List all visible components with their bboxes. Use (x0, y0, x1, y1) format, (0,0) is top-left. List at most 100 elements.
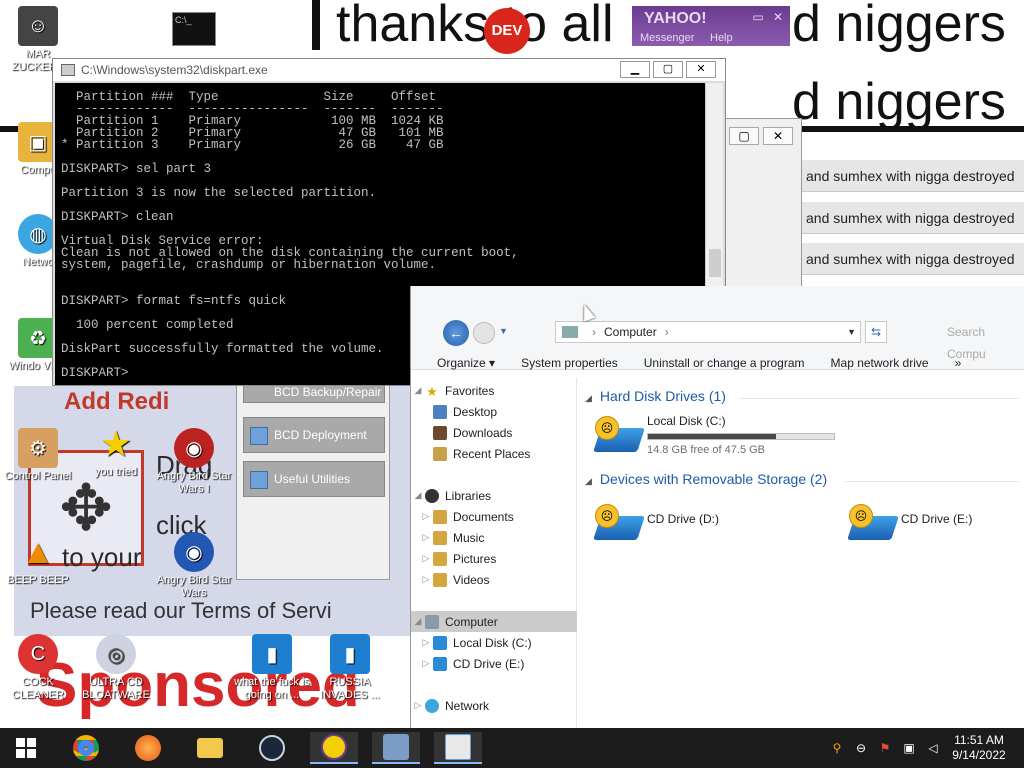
desktop-icon-cock-cleaner[interactable]: C COCK CLEANER (0, 634, 76, 702)
maximize-icon[interactable]: ▢ (653, 61, 683, 78)
close-icon[interactable]: ✕ (763, 127, 793, 145)
organize-button[interactable]: Organize ▾ (437, 356, 495, 370)
taskbar-firefox[interactable] (124, 732, 172, 764)
desktop-icon-beep-beep[interactable]: ▲ BEEP BEEP (0, 532, 76, 587)
nav-desktop[interactable]: Desktop (411, 401, 577, 422)
flag-icon[interactable]: ⚑ (874, 728, 896, 768)
command-bar: Organize ▾ System properties Uninstall o… (411, 350, 1024, 376)
network-icon (425, 698, 439, 713)
drive-local-disk-c[interactable]: ☹ Local Disk (C:) 14.8 GB free of 47.5 G… (593, 414, 835, 458)
drive-name: CD Drive (E:) (901, 512, 973, 526)
back-arrow-icon[interactable]: ← (443, 320, 469, 346)
control-panel-icon: ⚙ (18, 428, 58, 468)
system-properties-button[interactable]: System properties (521, 356, 618, 370)
refresh-icon[interactable]: ⇆ (865, 321, 887, 343)
desktop-icon-russia[interactable]: ▮ RUSSIA INVADES ... (312, 634, 388, 702)
nav-libraries[interactable]: ◢ Libraries (411, 485, 577, 506)
taskbar-clock[interactable]: 11:51 AM 9/14/2022 (944, 733, 1014, 763)
drive-cd-d[interactable]: ☹ CD Drive (D:) (593, 502, 719, 546)
windows-logo-icon (16, 738, 36, 758)
desktop-icon-what-the[interactable]: ▮ what the fuck is going on ... (234, 634, 310, 702)
taskbar-computer-setup[interactable] (372, 732, 420, 764)
background-window[interactable]: ▢ ✕ (722, 118, 802, 288)
ad-please-text: Please read our Terms of Servi (30, 598, 332, 623)
chevron-right-icon[interactable]: › (592, 325, 596, 339)
console-line: * Partition 3 Primary 26 GB 47 GB (61, 138, 444, 152)
yahoo-menu-messenger[interactable]: Messenger (640, 32, 694, 44)
documents-icon (433, 509, 447, 524)
minus-circle-icon[interactable]: ⊖ (850, 728, 872, 768)
group-hard-disk-drives[interactable]: ◢ Hard Disk Drives (1) (585, 388, 726, 404)
uninstall-program-button[interactable]: Uninstall or change a program (644, 356, 805, 370)
search-input[interactable]: Search Compu (941, 321, 1024, 361)
taskbar-chrome[interactable] (62, 732, 110, 764)
nav-favorites[interactable]: ◢ ★ Favorites (411, 380, 577, 401)
expand-icon[interactable]: ▷ (419, 658, 433, 669)
desktop-icon-control-panel[interactable]: ⚙ Control Panel (0, 428, 76, 483)
collapse-icon[interactable]: ◢ (411, 616, 425, 627)
yahoo-menu-help[interactable]: Help (710, 32, 733, 44)
drive-icon: ☹ (593, 414, 645, 458)
history-dropdown-icon[interactable]: ▼ (499, 326, 508, 336)
expand-icon[interactable]: ▷ (419, 637, 433, 648)
map-network-drive-button[interactable]: Map network drive (831, 356, 929, 370)
drive-icon (433, 635, 447, 650)
chevron-right-icon[interactable]: › (665, 325, 669, 339)
drive-cd-e[interactable]: ☹ CD Drive (E:) (847, 502, 972, 546)
address-bar[interactable]: › Computer › ▼ (555, 321, 861, 343)
content-pane: ◢ Hard Disk Drives (1) ☹ Local Disk (C:) … (579, 378, 1024, 728)
desktop-icon-you-tried[interactable]: ★ you tried (78, 423, 154, 479)
nav-recent-places[interactable]: Recent Places (411, 443, 577, 464)
expand-icon[interactable]: ▷ (411, 700, 425, 711)
file-explorer-icon (197, 738, 223, 758)
collapse-icon[interactable]: ◢ (411, 385, 425, 396)
desktop-icon-ultra-cd[interactable]: ◎ ULTRA CD BLOATWARE (78, 634, 154, 702)
nav-documents[interactable]: ▷ Documents (411, 506, 577, 527)
start-button[interactable] (2, 732, 50, 764)
breadcrumb[interactable]: Computer (604, 325, 657, 339)
collapse-icon[interactable]: ◢ (585, 476, 592, 486)
expand-icon[interactable]: ▷ (419, 511, 433, 522)
useful-utilities-button[interactable]: Useful Utilities (243, 461, 385, 497)
nav-videos[interactable]: ▷ Videos (411, 569, 577, 590)
chevron-down-icon[interactable]: ▼ (847, 327, 856, 337)
nav-music[interactable]: ▷ Music (411, 527, 577, 548)
forward-arrow-icon[interactable] (473, 322, 495, 344)
taskbar-window-app[interactable] (434, 732, 482, 764)
nav-downloads[interactable]: Downloads (411, 422, 577, 443)
group-removable-storage[interactable]: ◢ Devices with Removable Storage (2) (585, 471, 827, 487)
desktop-icon-angry-birds-1[interactable]: ◉ Angry Bird Star Wars I (156, 428, 232, 496)
nav-computer[interactable]: ◢ Computer (411, 611, 577, 632)
videos-icon (433, 572, 447, 587)
nav-local-disk-c[interactable]: ▷ Local Disk (C:) (411, 632, 577, 653)
expand-icon[interactable]: ▷ (419, 532, 433, 543)
nav-cd-drive-e[interactable]: ▷ CD Drive (E:) (411, 653, 577, 674)
collapse-icon[interactable]: ◢ (585, 393, 592, 403)
collapse-icon[interactable]: ◢ (411, 490, 425, 501)
network-tray-icon[interactable]: ▣ (898, 728, 920, 768)
desktop-icon-angry-birds-2[interactable]: ◉ Angry Bird Star Wars (156, 532, 232, 600)
scrollbar-thumb[interactable] (709, 249, 721, 277)
maximize-icon[interactable]: ▢ (729, 127, 759, 145)
nav-network[interactable]: ▷ Network (411, 695, 577, 716)
expand-icon[interactable]: ▷ (419, 574, 433, 585)
more-commands-button[interactable]: » (955, 356, 962, 370)
minimize-icon[interactable]: ▭ (750, 10, 766, 24)
taskbar-file-explorer[interactable] (186, 732, 234, 764)
nav-pictures[interactable]: ▷ Pictures (411, 548, 577, 569)
taskbar-yahoo-messenger[interactable] (310, 732, 358, 764)
explorer-window[interactable]: ← ▼ › Computer › ▼ ⇆ Search Compu Organi… (410, 286, 1024, 728)
search-icon[interactable]: ⚲ (826, 728, 848, 768)
close-icon[interactable]: ✕ (770, 10, 786, 24)
close-icon[interactable]: ✕ (686, 61, 716, 78)
group-divider (845, 481, 1019, 482)
yahoo-messenger-window[interactable]: YAHOO! Messenger Help ▭ ✕ (632, 6, 790, 46)
angry-birds-icon: ◉ (174, 428, 214, 468)
expand-icon[interactable]: ▷ (419, 553, 433, 564)
taskbar-steam[interactable] (248, 732, 296, 764)
cmd-desktop-icon[interactable]: C:\_ (172, 12, 216, 46)
minimize-icon[interactable]: ▁ (620, 61, 650, 78)
volume-icon[interactable]: ◁ (922, 728, 944, 768)
star-icon: ★ (426, 383, 438, 399)
bcd-deployment-button[interactable]: BCD Deployment (243, 417, 385, 453)
